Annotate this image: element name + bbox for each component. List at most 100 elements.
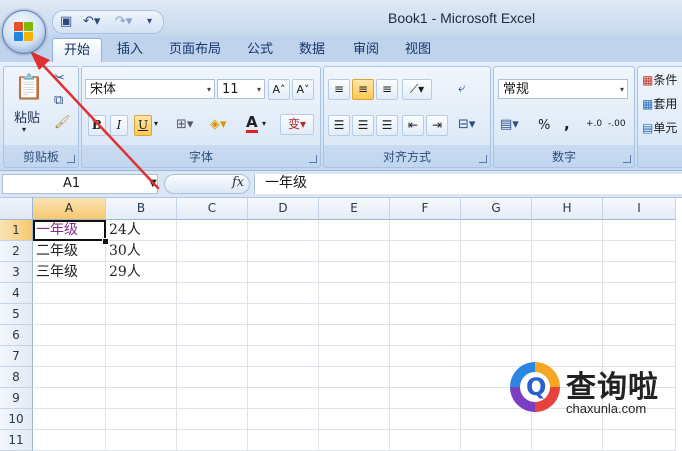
save-icon[interactable]: ▣: [60, 13, 72, 31]
cell-d5[interactable]: [248, 304, 319, 325]
column-header-f[interactable]: F: [390, 198, 461, 220]
font-dialog-launcher-icon[interactable]: [309, 155, 317, 163]
cell-f8[interactable]: [390, 367, 461, 388]
cell-b8[interactable]: [106, 367, 177, 388]
cell-a8[interactable]: [33, 367, 106, 388]
alignment-dialog-launcher-icon[interactable]: [479, 155, 487, 163]
cell-i3[interactable]: [603, 262, 676, 283]
row-header-11[interactable]: 11: [0, 430, 33, 451]
cell-b7[interactable]: [106, 346, 177, 367]
cell-a9[interactable]: [33, 388, 106, 409]
align-top-button[interactable]: ≡: [328, 79, 350, 100]
italic-button[interactable]: I: [110, 115, 128, 136]
cell-e4[interactable]: [319, 283, 390, 304]
cell-b11[interactable]: [106, 430, 177, 451]
row-header-10[interactable]: 10: [0, 409, 33, 430]
cell-a3[interactable]: 三年级: [33, 262, 106, 283]
cell-a10[interactable]: [33, 409, 106, 430]
cell-g2[interactable]: [461, 241, 532, 262]
cell-d3[interactable]: [248, 262, 319, 283]
row-header-1[interactable]: 1: [0, 220, 33, 241]
tab-data[interactable]: 数据: [290, 38, 334, 62]
number-dialog-launcher-icon[interactable]: [623, 155, 631, 163]
row-header-6[interactable]: 6: [0, 325, 33, 346]
cell-c5[interactable]: [177, 304, 248, 325]
orientation-button[interactable]: ⟋▾: [402, 79, 432, 100]
grow-font-button[interactable]: A˄: [268, 79, 290, 100]
column-header-a[interactable]: A: [33, 198, 106, 220]
cell-c3[interactable]: [177, 262, 248, 283]
align-left-button[interactable]: ☰: [328, 115, 350, 136]
row-header-8[interactable]: 8: [0, 367, 33, 388]
cell-g1[interactable]: [461, 220, 532, 241]
increase-indent-button[interactable]: ⇥: [426, 115, 448, 136]
cell-d9[interactable]: [248, 388, 319, 409]
cell-h4[interactable]: [532, 283, 603, 304]
cell-d11[interactable]: [248, 430, 319, 451]
cell-a2[interactable]: 二年级: [33, 241, 106, 262]
cell-f5[interactable]: [390, 304, 461, 325]
phonetic-button[interactable]: 变▾: [280, 114, 314, 135]
underline-dropdown-icon[interactable]: ▾: [154, 119, 158, 128]
cell-f10[interactable]: [390, 409, 461, 430]
cell-e7[interactable]: [319, 346, 390, 367]
cut-icon[interactable]: ✂: [54, 71, 65, 86]
customize-icon[interactable]: ▾: [147, 13, 152, 31]
row-header-5[interactable]: 5: [0, 304, 33, 325]
tab-formulas[interactable]: 公式: [240, 38, 280, 62]
decrease-decimal-button[interactable]: -.00: [608, 119, 626, 129]
align-center-button[interactable]: ☰: [352, 115, 374, 136]
cell-styles-button[interactable]: ▤单元: [642, 119, 677, 136]
cell-h6[interactable]: [532, 325, 603, 346]
cell-i1[interactable]: [603, 220, 676, 241]
cell-a5[interactable]: [33, 304, 106, 325]
column-header-d[interactable]: D: [248, 198, 319, 220]
align-middle-button[interactable]: ≡: [352, 79, 374, 100]
accounting-format-icon[interactable]: ▤▾: [500, 117, 519, 132]
cell-e1[interactable]: [319, 220, 390, 241]
tab-home[interactable]: 开始: [52, 38, 102, 63]
column-header-i[interactable]: I: [603, 198, 676, 220]
font-size-combo[interactable]: 11 ▾: [217, 79, 265, 99]
bold-button[interactable]: B: [88, 115, 106, 136]
align-right-button[interactable]: ☰: [376, 115, 398, 136]
cell-e6[interactable]: [319, 325, 390, 346]
column-header-g[interactable]: G: [461, 198, 532, 220]
office-button[interactable]: [2, 10, 46, 54]
align-bottom-button[interactable]: ≡: [376, 79, 398, 100]
cell-d4[interactable]: [248, 283, 319, 304]
row-header-2[interactable]: 2: [0, 241, 33, 262]
row-header-3[interactable]: 3: [0, 262, 33, 283]
cell-c8[interactable]: [177, 367, 248, 388]
cell-b9[interactable]: [106, 388, 177, 409]
column-header-c[interactable]: C: [177, 198, 248, 220]
cell-h3[interactable]: [532, 262, 603, 283]
copy-icon[interactable]: ⧉: [54, 93, 63, 108]
column-header-b[interactable]: B: [106, 198, 177, 220]
cell-a7[interactable]: [33, 346, 106, 367]
cell-e10[interactable]: [319, 409, 390, 430]
cell-f7[interactable]: [390, 346, 461, 367]
cell-a6[interactable]: [33, 325, 106, 346]
cell-f6[interactable]: [390, 325, 461, 346]
cell-h5[interactable]: [532, 304, 603, 325]
cell-d6[interactable]: [248, 325, 319, 346]
cell-g10[interactable]: [461, 409, 532, 430]
cell-e2[interactable]: [319, 241, 390, 262]
redo-icon[interactable]: ↷▾: [115, 13, 132, 31]
cell-d8[interactable]: [248, 367, 319, 388]
row-header-4[interactable]: 4: [0, 283, 33, 304]
merge-center-icon[interactable]: ⊟▾: [458, 117, 475, 132]
comma-button[interactable]: ,: [564, 115, 570, 133]
tab-review[interactable]: 审阅: [344, 38, 388, 62]
cell-b2[interactable]: 30人: [106, 241, 177, 262]
cell-e9[interactable]: [319, 388, 390, 409]
cell-b10[interactable]: [106, 409, 177, 430]
borders-icon[interactable]: ⊞▾: [176, 117, 193, 132]
cell-b6[interactable]: [106, 325, 177, 346]
percent-button[interactable]: %: [538, 118, 550, 133]
cell-g11[interactable]: [461, 430, 532, 451]
cell-c4[interactable]: [177, 283, 248, 304]
cell-f1[interactable]: [390, 220, 461, 241]
cell-g5[interactable]: [461, 304, 532, 325]
